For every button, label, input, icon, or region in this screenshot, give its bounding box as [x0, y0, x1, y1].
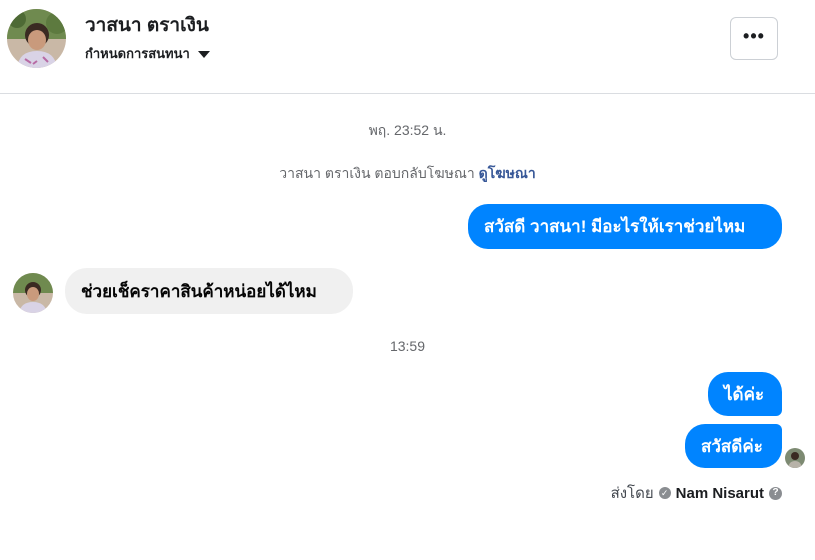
contact-name[interactable]: วาสนา ตราเงิน	[85, 10, 209, 40]
more-icon: •••	[743, 25, 765, 46]
sent-by-row: ส่งโดย ✓ Nam Nisarut ?	[611, 481, 782, 505]
contact-avatar[interactable]	[7, 9, 66, 68]
view-ad-link[interactable]: ดูโฆษณา	[479, 165, 536, 181]
outgoing-message[interactable]: สวัสดีค่ะ	[685, 424, 782, 468]
check-icon: ✓	[658, 487, 671, 499]
manage-conversation-label: กำหนดการสนทนา	[85, 46, 190, 61]
manage-conversation-dropdown[interactable]: กำหนดการสนทนา	[85, 43, 210, 64]
seen-avatar	[785, 448, 805, 468]
ad-reply-text: วาสนา ตราเงิน ตอบกลับโฆษณา	[279, 165, 475, 181]
outgoing-message[interactable]: สวัสดี วาสนา! มีอะไรให้เราช่วยไหม	[468, 204, 782, 249]
sender-name: Nam Nisarut	[675, 484, 764, 502]
ad-reply-notice: วาสนา ตราเงิน ตอบกลับโฆษณา ดูโฆษณา	[0, 163, 815, 185]
thread-timestamp-2: 13:59	[389, 338, 426, 354]
more-options-button[interactable]: •••	[730, 17, 778, 60]
thread-timestamp: พฤ. 23:52 น.	[368, 122, 447, 138]
help-icon[interactable]: ?	[769, 486, 782, 500]
contact-avatar-small[interactable]	[13, 273, 53, 313]
outgoing-message[interactable]: ได้ค่ะ	[708, 372, 782, 416]
caret-down-icon	[197, 51, 210, 58]
conversation-header: วาสนา ตราเงิน กำหนดการสนทนา •••	[0, 0, 815, 94]
incoming-message[interactable]: ช่วยเช็คราคาสินค้าหน่อยได้ไหม	[65, 268, 353, 314]
sent-by-label: ส่งโดย	[610, 485, 654, 502]
